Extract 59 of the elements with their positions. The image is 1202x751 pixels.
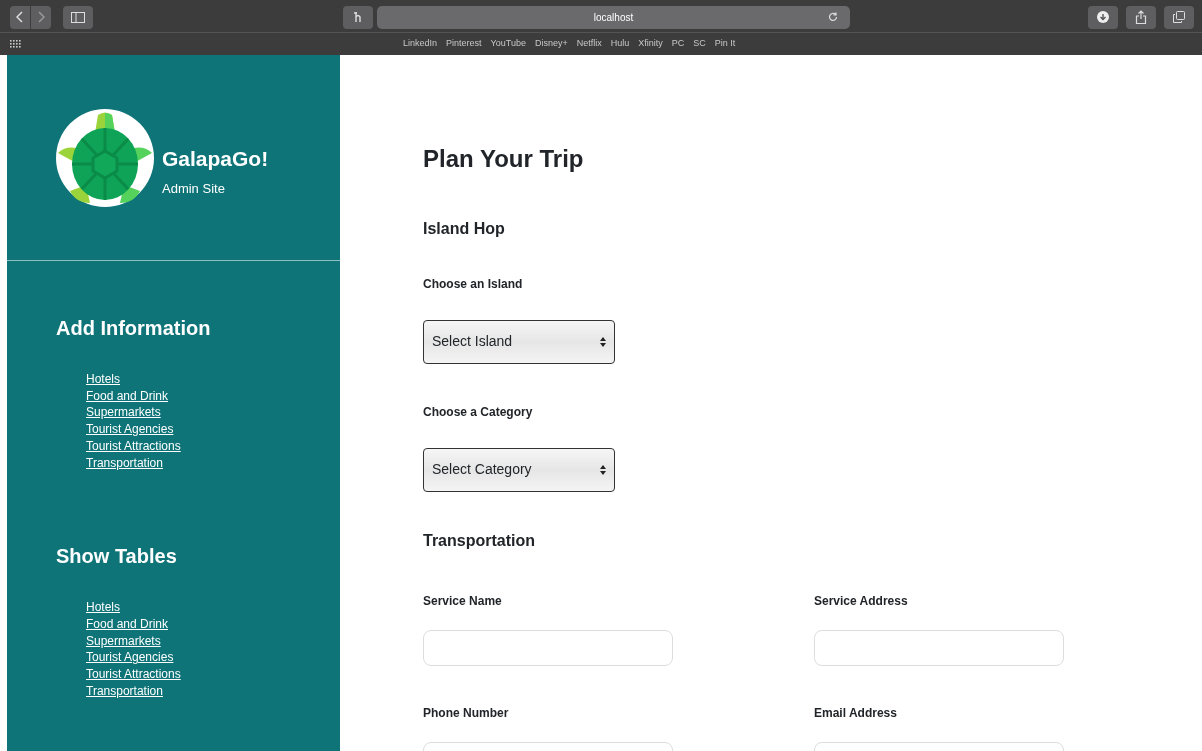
field-label: Choose a Category [423, 404, 534, 421]
updown-arrows-icon [600, 465, 606, 475]
section-heading: Show Tables [56, 544, 178, 570]
text-field[interactable] [814, 630, 1064, 667]
sidebar-link[interactable]: Hotels [86, 371, 120, 388]
extension-icon [353, 11, 363, 23]
tabs-icon [1173, 11, 1185, 23]
field-label: Phone Number [423, 705, 510, 723]
sidebar-link[interactable]: Food and Drink [86, 615, 169, 633]
bookmark-link[interactable]: SC [693, 36, 706, 51]
grid-icon [10, 39, 22, 48]
field-label: Email Address [814, 705, 898, 723]
address-bar[interactable]: localhost [377, 5, 850, 29]
select-dropdown[interactable]: Select Category [423, 448, 615, 492]
sidebar-link[interactable]: Transportation [86, 454, 163, 472]
sidebar-link[interactable]: Food and Drink [86, 387, 169, 405]
download-button[interactable] [1088, 5, 1118, 29]
sidebar-link[interactable]: Tourist Attractions [86, 666, 181, 683]
field-label: Choose an Island [423, 276, 524, 293]
forward-button[interactable] [31, 5, 51, 29]
tabs-button[interactable] [1164, 5, 1194, 29]
sidebar-link[interactable]: Tourist Attractions [86, 437, 181, 455]
bookmark-link[interactable]: Netflix [576, 36, 602, 51]
bookmark-link[interactable]: Pinterest [446, 36, 482, 51]
sidebar-link[interactable]: Supermarkets [86, 632, 161, 650]
bookmark-link[interactable]: Pin It [714, 36, 736, 51]
section-heading: Transportation [423, 531, 536, 551]
field-label: Service Name [423, 593, 503, 611]
bookmark-link[interactable]: Xfinity [638, 36, 663, 51]
download-icon [1097, 11, 1109, 23]
select-dropdown[interactable]: Select Island [423, 320, 615, 364]
sidebar-link[interactable]: Hotels [86, 599, 120, 616]
bookmark-link[interactable]: Hulu [610, 36, 630, 51]
brand-title: GalapaGo! [162, 146, 269, 172]
sidebar-button[interactable] [63, 5, 93, 29]
forward-icon [37, 11, 45, 23]
back-button[interactable] [10, 5, 30, 29]
field-label: Service Address [814, 593, 909, 611]
section-heading: Add Information [56, 316, 212, 341]
share-icon [1135, 10, 1147, 24]
bookmark-link[interactable]: PC [671, 36, 685, 51]
sidebar-link[interactable]: Tourist Agencies [86, 421, 174, 438]
sidebar-icon [71, 11, 85, 23]
sidebar-link[interactable]: Transportation [86, 682, 163, 700]
extension-button[interactable] [343, 5, 373, 29]
reload-icon [828, 11, 838, 22]
back-icon [16, 11, 24, 23]
turtle-logo-icon [56, 109, 154, 207]
share-button[interactable] [1126, 5, 1156, 29]
section-heading: Island Hop [423, 218, 506, 238]
brand-subtitle: Admin Site [162, 179, 226, 198]
sidebar-link[interactable]: Supermarkets [86, 404, 161, 422]
bookmark-link[interactable]: YouTube [490, 36, 526, 51]
updown-arrows-icon [600, 337, 606, 347]
sidebar-link[interactable]: Tourist Agencies [86, 649, 174, 667]
bookmark-link[interactable]: Disney+ [534, 36, 568, 51]
page-title: Plan Your Trip [423, 145, 585, 174]
bookmark-link[interactable]: LinkedIn [403, 36, 438, 51]
text-field[interactable] [423, 630, 673, 667]
